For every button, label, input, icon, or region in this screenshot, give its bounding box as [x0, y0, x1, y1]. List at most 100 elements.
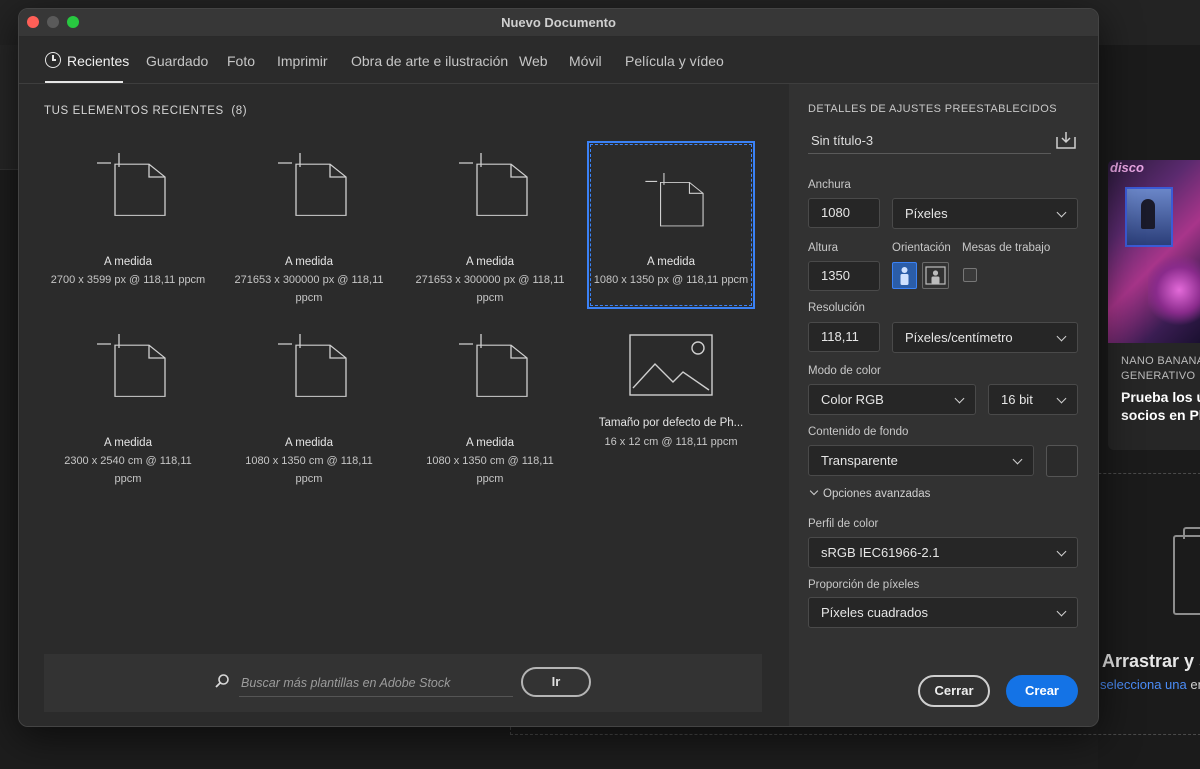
promo-card[interactable]: disco NANO BANANA GENERATIVO Prueba los … — [1108, 160, 1200, 450]
tab-pelicula-video[interactable]: Película y vídeo — [625, 53, 724, 69]
artboards-label: Mesas de trabajo — [962, 242, 1051, 254]
recent-item-name: A medida — [466, 437, 514, 449]
recent-count: (8) — [231, 105, 248, 117]
recent-item-meta: 271653 x 300000 px @ 118,11 ppcm — [234, 274, 384, 304]
promo-thumbnail — [1125, 187, 1173, 247]
resolution-unit-select[interactable]: Píxeles/centímetro — [892, 322, 1078, 353]
new-document-dialog: Nuevo Documento Recientes Guardado Foto … — [18, 8, 1099, 727]
color-profile-value: sRGB IEC61966-2.1 — [821, 545, 940, 560]
promo-tag: disco — [1110, 160, 1144, 175]
portrait-orientation-button[interactable] — [892, 262, 917, 289]
recent-item-name: A medida — [285, 256, 333, 268]
tab-web[interactable]: Web — [519, 53, 548, 69]
document-icon — [97, 153, 166, 216]
color-mode-select[interactable]: Color RGB — [808, 384, 976, 415]
background-select[interactable]: Transparente — [808, 445, 1034, 476]
landscape-icon — [925, 266, 946, 285]
search-icon — [215, 674, 229, 688]
file-drop-icon — [1173, 527, 1200, 615]
recent-item-name: A medida — [104, 437, 152, 449]
tab-recientes[interactable]: Recientes — [67, 53, 129, 69]
recent-item-meta: 271653 x 300000 px @ 118,11 ppcm — [415, 274, 565, 304]
chevron-down-icon — [1012, 454, 1023, 465]
recent-item-meta: 1080 x 1350 cm @ 118,11 ppcm — [426, 455, 554, 485]
bit-depth-select[interactable]: 16 bit — [988, 384, 1078, 415]
portrait-icon — [900, 267, 909, 285]
app-left-strip — [0, 45, 18, 170]
resolution-label: Resolución — [808, 302, 865, 314]
preset-details-panel: DETALLES DE AJUSTES PREESTABLECIDOS Sin … — [789, 84, 1098, 726]
recent-item-name: A medida — [466, 256, 514, 268]
chevron-down-icon — [1056, 331, 1067, 342]
color-mode-label: Modo de color — [808, 365, 881, 377]
drop-subtitle-rest: en — [1190, 677, 1200, 692]
color-profile-label: Perfil de color — [808, 518, 879, 530]
width-input[interactable]: 1080 — [808, 198, 880, 228]
recent-item-2[interactable]: A medida 271653 x 300000 px @ 118,11 ppc… — [225, 141, 393, 309]
search-go-button[interactable]: Ir — [521, 667, 591, 697]
recent-heading: TUS ELEMENTOS RECIENTES (8) — [44, 105, 247, 117]
recent-item-name: A medida — [285, 437, 333, 449]
tab-foto[interactable]: Foto — [227, 53, 255, 69]
title-bar: Nuevo Documento — [19, 9, 1098, 37]
recent-item-8[interactable]: Tamaño por defecto de Ph... 16 x 12 cm @… — [587, 322, 755, 490]
artboards-checkbox[interactable] — [963, 268, 977, 282]
landscape-orientation-button[interactable] — [922, 262, 949, 289]
recent-item-3[interactable]: A medida 271653 x 300000 px @ 118,11 ppc… — [406, 141, 574, 309]
drop-subtitle: selecciona una en — [1100, 677, 1200, 692]
image-icon — [629, 334, 713, 396]
recent-item-meta: 1080 x 1350 px @ 118,11 ppcm — [593, 274, 749, 286]
recent-item-4-selected[interactable]: A medida 1080 x 1350 px @ 118,11 ppcm — [587, 141, 755, 309]
chevron-down-icon — [1056, 606, 1067, 617]
document-icon — [645, 172, 704, 227]
create-button[interactable]: Crear — [1006, 675, 1078, 707]
document-icon — [97, 334, 166, 397]
document-icon — [459, 334, 528, 397]
resolution-input[interactable]: 118,11 — [808, 322, 880, 352]
window-title: Nuevo Documento — [501, 15, 616, 30]
recent-item-name: Tamaño por defecto de Ph... — [598, 417, 744, 429]
document-icon — [278, 334, 347, 397]
recent-item-5[interactable]: A medida 2300 x 2540 cm @ 118,11 ppcm — [44, 322, 212, 490]
preset-tabs: Recientes Guardado Foto Imprimir Obra de… — [19, 37, 1098, 84]
recent-item-1[interactable]: A medida 2700 x 3599 px @ 118,11 ppcm — [44, 141, 212, 309]
document-icon — [459, 153, 528, 216]
recent-item-6[interactable]: A medida 1080 x 1350 cm @ 118,11 ppcm — [225, 322, 393, 490]
pixel-aspect-select[interactable]: Píxeles cuadrados — [808, 597, 1078, 628]
active-tab-indicator — [45, 81, 123, 83]
height-input[interactable]: 1350 — [808, 261, 880, 291]
pixel-aspect-label: Proporción de píxeles — [808, 579, 920, 591]
drop-title: Arrastrar y s — [1102, 651, 1200, 671]
close-button[interactable]: Cerrar — [918, 675, 990, 707]
recent-item-7[interactable]: A medida 1080 x 1350 cm @ 118,11 ppcm — [406, 322, 574, 490]
width-label: Anchura — [808, 179, 851, 191]
select-file-link[interactable]: selecciona una — [1100, 677, 1187, 692]
recent-items-area: TUS ELEMENTOS RECIENTES (8) A medida 270… — [19, 84, 789, 726]
resolution-unit-value: Píxeles/centímetro — [905, 330, 1013, 345]
recent-heading-text: TUS ELEMENTOS RECIENTES — [44, 105, 224, 117]
document-icon — [278, 153, 347, 216]
chevron-down-icon — [954, 393, 965, 404]
recent-item-name: A medida — [104, 256, 152, 268]
promo-image: disco — [1108, 160, 1200, 343]
recent-item-meta: 16 x 12 cm @ 118,11 ppcm — [604, 436, 738, 448]
document-name-field[interactable]: Sin título-3 — [808, 128, 1051, 154]
stock-search-input[interactable] — [239, 670, 513, 697]
orientation-label: Orientación — [892, 242, 951, 254]
height-label: Altura — [808, 242, 839, 254]
stock-search-bar: Ir — [44, 654, 762, 712]
save-preset-icon[interactable] — [1056, 131, 1076, 149]
promo-sparkle — [1148, 250, 1200, 330]
color-profile-select[interactable]: sRGB IEC61966-2.1 — [808, 537, 1078, 568]
advanced-options-toggle[interactable]: Opciones avanzadas — [809, 486, 930, 500]
preset-details-heading: DETALLES DE AJUSTES PREESTABLECIDOS — [808, 103, 1057, 115]
tab-movil[interactable]: Móvil — [569, 53, 602, 69]
chevron-down-icon — [1056, 546, 1067, 557]
tab-imprimir[interactable]: Imprimir — [277, 53, 328, 69]
recent-item-meta: 2700 x 3599 px @ 118,11 ppcm — [50, 274, 206, 286]
tab-obra-de-arte[interactable]: Obra de arte e ilustración — [351, 53, 508, 69]
background-color-swatch[interactable] — [1046, 445, 1078, 477]
tab-guardado[interactable]: Guardado — [146, 53, 208, 69]
width-unit-select[interactable]: Píxeles — [892, 198, 1078, 229]
promo-kicker: NANO BANANA GENERATIVO — [1121, 355, 1200, 382]
